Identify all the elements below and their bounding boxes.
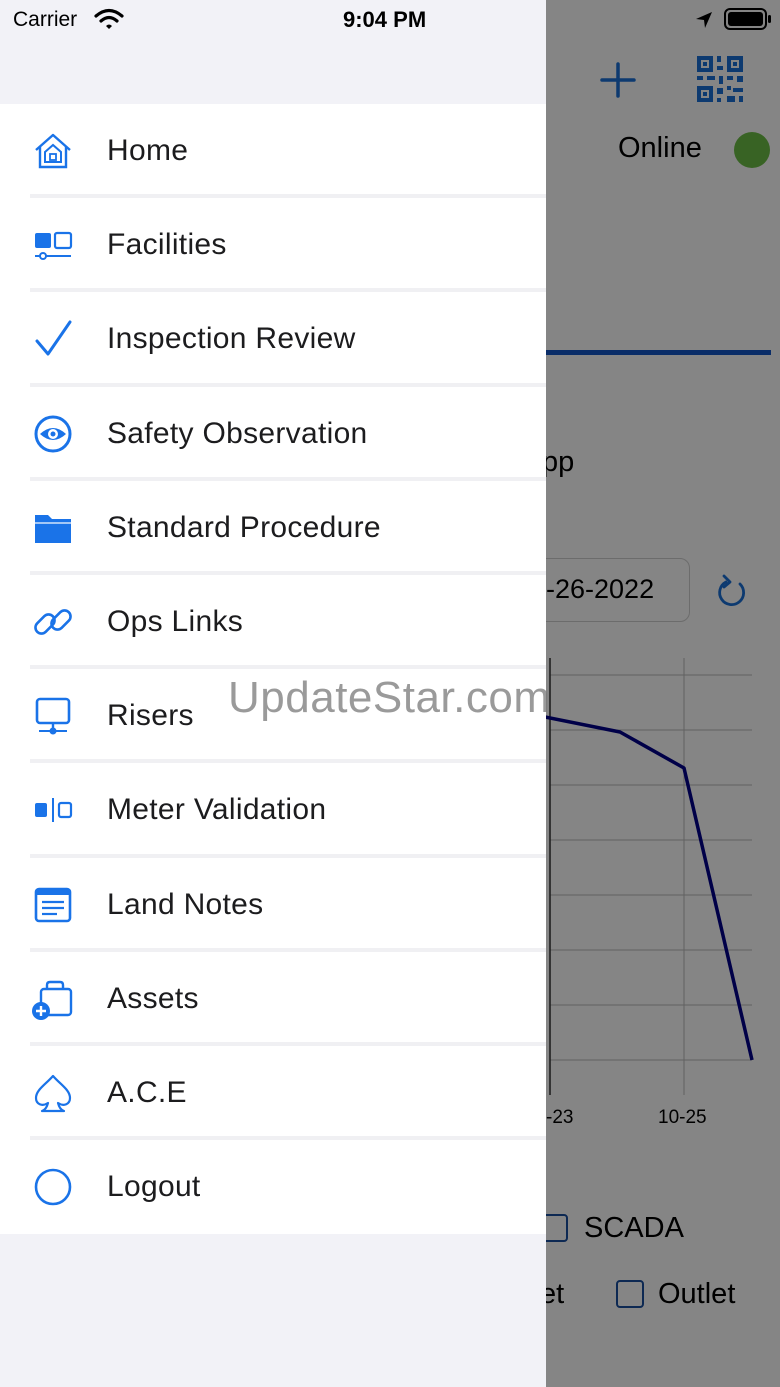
menu-item-safety-observation[interactable]: Safety Observation xyxy=(0,387,546,481)
menu-item-ace[interactable]: A.C.E xyxy=(0,1046,546,1141)
location-arrow-icon xyxy=(694,10,714,30)
menu-label: A.C.E xyxy=(107,1075,187,1109)
menu-label: Home xyxy=(107,134,189,168)
menu-item-land-notes[interactable]: Land Notes xyxy=(0,858,546,952)
clock: 9:04 PM xyxy=(343,7,427,32)
spade-icon xyxy=(30,1070,76,1116)
menu-item-standard-procedure[interactable]: Standard Procedure xyxy=(0,481,546,575)
eye-icon xyxy=(30,411,76,457)
menu-label: Ops Links xyxy=(107,605,244,639)
folder-icon xyxy=(30,505,76,551)
link-icon xyxy=(30,599,76,645)
menu-item-home[interactable]: Home xyxy=(0,104,546,199)
facilities-icon xyxy=(30,222,76,268)
monitor-icon xyxy=(30,693,76,739)
menu-label: Land Notes xyxy=(107,887,264,921)
menu-label: Standard Procedure xyxy=(107,510,381,544)
menu-item-assets[interactable]: Assets xyxy=(0,952,546,1046)
wifi-icon xyxy=(94,8,124,30)
menu-item-inspection-review[interactable]: Inspection Review xyxy=(0,292,546,387)
status-bar: Carrier 9:04 PM xyxy=(0,0,780,40)
navigation-drawer: Home Facilities Inspection Review Safety… xyxy=(0,0,546,1387)
meter-icon xyxy=(30,787,76,833)
menu-item-logout[interactable]: Logout xyxy=(0,1140,546,1234)
menu-label: Logout xyxy=(107,1170,201,1204)
menu-label: Facilities xyxy=(107,228,227,262)
menu-item-risers[interactable]: Risers xyxy=(0,669,546,764)
carrier-label: Carrier xyxy=(13,8,78,31)
menu-item-meter-validation[interactable]: Meter Validation xyxy=(0,763,546,858)
checkmark-icon xyxy=(30,316,76,362)
home-icon xyxy=(30,128,76,174)
menu-label: Safety Observation xyxy=(107,416,368,450)
menu-item-ops-links[interactable]: Ops Links xyxy=(0,575,546,670)
menu-label: Assets xyxy=(107,981,199,1015)
menu-item-facilities[interactable]: Facilities xyxy=(0,198,546,293)
menu-label: Risers xyxy=(107,699,194,733)
assets-icon xyxy=(30,976,76,1022)
battery-icon xyxy=(724,8,772,30)
menu-label: Meter Validation xyxy=(107,793,327,827)
drawer-menu: Home Facilities Inspection Review Safety… xyxy=(0,104,546,1235)
notes-icon xyxy=(30,882,76,928)
circle-icon xyxy=(30,1164,76,1210)
menu-label: Inspection Review xyxy=(107,322,356,356)
